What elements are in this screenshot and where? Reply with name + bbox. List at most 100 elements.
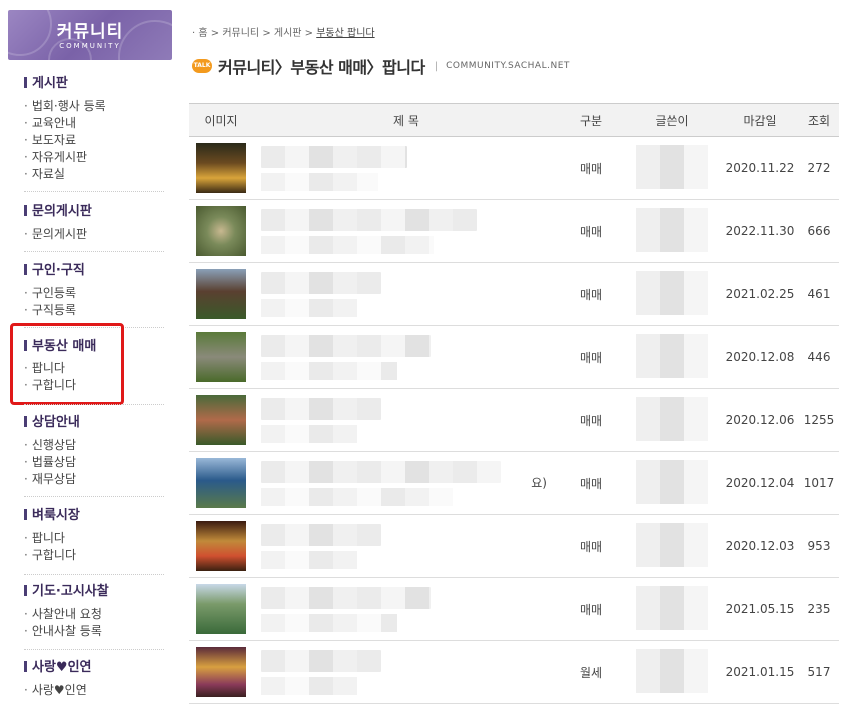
row-author-cell (623, 388, 721, 452)
redacted-title (261, 586, 431, 609)
row-image-cell (189, 136, 253, 200)
menu-item[interactable]: 팝니다 (24, 530, 164, 547)
redacted-title (261, 145, 407, 168)
menu-title[interactable]: 벼룩시장 (24, 507, 164, 525)
listing-thumbnail[interactable] (196, 269, 246, 319)
row-author-cell (623, 577, 721, 641)
menu-item[interactable]: 안내사찰 등록 (24, 623, 164, 640)
listing-thumbnail[interactable] (196, 584, 246, 634)
redacted-title (261, 397, 381, 420)
menu-title-label: 기도·고시사찰 (32, 584, 109, 599)
menu-item[interactable]: 구합니다 (24, 547, 164, 564)
listing-thumbnail[interactable] (196, 647, 246, 697)
col-header-category: 구분 (559, 103, 623, 137)
table-row[interactable]: 월세 2021.01.15 517 (189, 640, 839, 704)
listing-thumbnail[interactable] (196, 521, 246, 571)
bullet-bar-icon (24, 264, 27, 275)
menu-item[interactable]: 법률상담 (24, 454, 164, 471)
listing-thumbnail[interactable] (196, 395, 246, 445)
menu-item[interactable]: 교육안내 (24, 115, 164, 132)
redacted-author (636, 144, 708, 189)
row-deadline: 2020.12.06 (721, 388, 799, 452)
menu-title[interactable]: 게시판 (24, 75, 164, 93)
table-row[interactable]: 매매 2020.12.03 953 (189, 514, 839, 578)
redacted-title-line (261, 235, 434, 254)
redacted-author (636, 333, 708, 378)
redacted-author (636, 522, 708, 567)
table-row[interactable]: 매매 2022.11.30 666 (189, 199, 839, 263)
table-row[interactable]: 매매 2020.11.22 272 (189, 136, 839, 200)
community-logo[interactable]: 커뮤니티 COMMUNITY (8, 10, 172, 60)
menu-title[interactable]: 상담안내 (24, 414, 164, 432)
menu-item[interactable]: 구인등록 (24, 285, 164, 302)
row-title-cell[interactable] (253, 325, 559, 389)
row-category: 매매 (559, 136, 623, 200)
menu-item[interactable]: 재무상담 (24, 471, 164, 488)
col-header-author: 글쓴이 (623, 103, 721, 137)
redacted-author (636, 585, 708, 630)
row-image-cell (189, 388, 253, 452)
page-title: 커뮤니티〉부동산 매매〉팝니다 (218, 58, 425, 77)
menu-item[interactable]: 자유게시판 (24, 149, 164, 166)
redacted-title (261, 334, 431, 357)
menu-item[interactable]: 법회·행사 등록 (24, 98, 164, 115)
listing-thumbnail[interactable] (196, 458, 246, 508)
menu-title[interactable]: 문의게시판 (24, 203, 164, 221)
redacted-author (636, 270, 708, 315)
menu-title[interactable]: 구인·구직 (24, 262, 164, 280)
row-author-cell (623, 640, 721, 704)
redacted-author (636, 648, 708, 693)
row-title-cell[interactable] (253, 136, 559, 200)
table-row[interactable]: 매매 2021.05.15 235 (189, 577, 839, 641)
listing-thumbnail[interactable] (196, 332, 246, 382)
row-title-cell[interactable] (253, 514, 559, 578)
row-views: 446 (799, 325, 839, 389)
row-deadline: 2020.11.22 (721, 136, 799, 200)
menu-group-inquiry: 문의게시판 문의게시판 (24, 203, 164, 243)
redacted-title-line (261, 676, 357, 695)
menu-group-flea-market: 벼룩시장 팝니다 구합니다 (24, 507, 164, 564)
table-row[interactable]: 매매 2020.12.08 446 (189, 325, 839, 389)
row-image-cell (189, 514, 253, 578)
row-views: 272 (799, 136, 839, 200)
table-row[interactable]: 매매 2021.02.25 461 (189, 262, 839, 326)
menu-item[interactable]: 사찰안내 요청 (24, 606, 164, 623)
redacted-title-line (261, 361, 397, 380)
menu-item[interactable]: 보도자료 (24, 132, 164, 149)
menu-item[interactable]: 구직등록 (24, 302, 164, 319)
row-title-cell[interactable] (253, 262, 559, 326)
home-icon[interactable]: 홈 (198, 28, 207, 39)
breadcrumb-link[interactable]: 커뮤니티 (222, 28, 259, 39)
row-deadline: 2020.12.03 (721, 514, 799, 578)
redacted-author (636, 459, 708, 504)
menu-item[interactable]: 자료실 (24, 166, 164, 183)
menu-title-label: 구인·구직 (32, 263, 85, 278)
redacted-title-line (261, 550, 357, 569)
row-title-cell[interactable]: 요) (253, 451, 559, 515)
menu-title-label: 사랑♥인연 (32, 660, 92, 675)
row-category: 매매 (559, 388, 623, 452)
logo-subtitle: COMMUNITY (59, 42, 121, 50)
title-suffix: 요) (531, 476, 547, 490)
table-row[interactable]: 요) 매매 2020.12.04 1017 (189, 451, 839, 515)
menu-item[interactable]: 신행상담 (24, 437, 164, 454)
row-title-cell[interactable] (253, 640, 559, 704)
bullet-bar-icon (24, 509, 27, 520)
breadcrumb-current[interactable]: 부동산 팝니다 (316, 28, 374, 39)
menu-title[interactable]: 사랑♥인연 (24, 659, 164, 677)
row-title-cell[interactable] (253, 577, 559, 641)
divider (24, 574, 164, 575)
row-title-cell[interactable] (253, 199, 559, 263)
table-row[interactable]: 매매 2020.12.06 1255 (189, 388, 839, 452)
row-title-cell[interactable] (253, 388, 559, 452)
menu-item[interactable]: 사랑♥인연 (24, 682, 164, 699)
menu-title[interactable]: 기도·고시사찰 (24, 583, 164, 601)
menu-item[interactable]: 문의게시판 (24, 226, 164, 243)
heading-separator: | (434, 60, 439, 72)
row-author-cell (623, 136, 721, 200)
breadcrumb-link[interactable]: 게시판 (274, 28, 302, 39)
listing-thumbnail[interactable] (196, 143, 246, 193)
listing-thumbnail[interactable] (196, 206, 246, 256)
row-deadline: 2021.01.15 (721, 640, 799, 704)
page-heading: TALK 커뮤니티〉부동산 매매〉팝니다 | COMMUNITY.SACHAL.… (192, 54, 570, 78)
